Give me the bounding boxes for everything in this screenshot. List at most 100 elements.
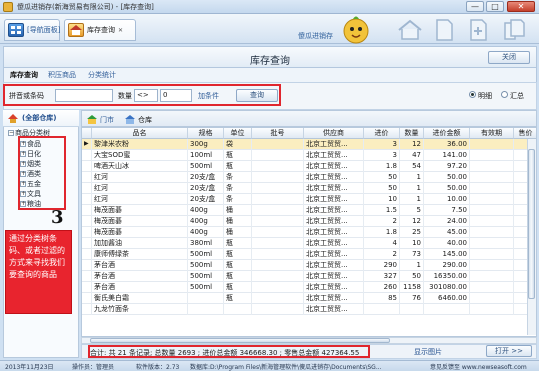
table-cell xyxy=(470,183,514,194)
table-row[interactable]: 梅茂面碁 400g 桶 北京工贸贸... 2 12 24.00 xyxy=(82,216,536,227)
table-row[interactable]: 衡氏美白霜 瓶 北京工贸贸... 85 76 6460.00 xyxy=(82,293,536,304)
table-row[interactable]: 梅茂面碁 400g 桶 北京工贸贸... 1.5 5 7.50 xyxy=(82,205,536,216)
table-row[interactable]: 茅台酒 500ml 瓶 北京工贸贸... 327 50 16350.00 xyxy=(82,271,536,282)
table-cell: 条 xyxy=(224,183,252,194)
table-cell: 47 xyxy=(400,150,424,161)
table-row[interactable]: 加加酱油 380ml 瓶 北京工贸贸... 4 10 40.00 xyxy=(82,238,536,249)
table-cell: 北京工贸贸... xyxy=(304,238,364,249)
column-header[interactable]: 单位 xyxy=(224,128,252,139)
column-header[interactable]: 有效期 xyxy=(470,128,514,139)
table-row[interactable]: 大宝SOD蜜 100ml 瓶 北京工贸贸... 3 47 141.00 xyxy=(82,150,536,161)
column-header[interactable]: 批号 xyxy=(252,128,304,139)
tab-warehouse[interactable]: 仓库 xyxy=(124,112,152,127)
tab-store[interactable]: 门市 xyxy=(86,112,114,127)
radio-summary-label: 汇总 xyxy=(510,92,524,100)
table-cell: 400g xyxy=(188,216,224,227)
table-row[interactable]: 啤酒天山冰 500ml 瓶 北京工贸贸... 1.8 54 97.20 xyxy=(82,161,536,172)
status-database: 数据库:D:\Program Files\新海管理软件\傻瓜进销存\Docume… xyxy=(190,364,382,371)
table-row[interactable]: 红河 20支/盒条 北京工贸贸... 10 1 10.00 xyxy=(82,194,536,205)
close-page-button[interactable]: 关闭 xyxy=(488,51,530,64)
table-row[interactable]: 九龙竹面条 北京工贸贸... xyxy=(82,304,536,315)
table-row[interactable]: 康师傅绿茶 500ml 瓶 北京工贸贸... 2 73 145.00 xyxy=(82,249,536,260)
row-marker xyxy=(82,304,92,315)
navigation-panel-icon xyxy=(8,23,24,37)
table-cell: 梅茂面碁 xyxy=(92,227,188,238)
table-cell: 袋 xyxy=(224,139,252,150)
status-feedback: 意见反馈至 www.newseasoft.com xyxy=(430,364,527,371)
table-row[interactable]: 红河 20支/盒条 北京工贸贸... 50 1 50.00 xyxy=(82,172,536,183)
table-cell: 500ml xyxy=(188,271,224,282)
table-cell: 3 xyxy=(364,139,400,150)
table-cell: 50 xyxy=(364,183,400,194)
vertical-scroll-thumb[interactable] xyxy=(528,149,535,299)
tab-inventory-query[interactable]: 库存查询 ✕ xyxy=(64,19,136,41)
subtab-category-stats[interactable]: 分类统计 xyxy=(88,70,116,80)
table-cell xyxy=(470,139,514,150)
copy-document-icon[interactable] xyxy=(500,18,528,42)
table-cell: 红河 xyxy=(92,194,188,205)
table-cell xyxy=(470,304,514,315)
table-cell xyxy=(188,304,224,315)
table-cell: 北京工贸贸... xyxy=(304,150,364,161)
table-cell: 2 xyxy=(364,216,400,227)
subtab-overstock[interactable]: 积压商品 xyxy=(48,70,76,80)
table-cell: 400g xyxy=(188,227,224,238)
table-cell: 条 xyxy=(224,172,252,183)
show-image-link[interactable]: 显示图片 xyxy=(414,347,442,357)
table-cell: 20支/盒 xyxy=(188,183,224,194)
table-cell: 500ml xyxy=(188,260,224,271)
column-header[interactable]: 进价金额 xyxy=(424,128,470,139)
table-cell xyxy=(470,271,514,282)
horizontal-scroll-thumb[interactable] xyxy=(90,338,390,343)
table-row[interactable]: 梅茂面碁 400g 桶 北京工贸贸... 1.8 25 45.00 xyxy=(82,227,536,238)
column-header[interactable]: 数量 xyxy=(400,128,424,139)
table-cell: 1.8 xyxy=(364,227,400,238)
table-cell: 瓶 xyxy=(224,161,252,172)
row-marker xyxy=(82,227,92,238)
table-cell xyxy=(252,216,304,227)
subtab-inventory[interactable]: 库存查询 xyxy=(10,70,38,80)
table-cell: 瓶 xyxy=(224,282,252,293)
totals-highlight-box xyxy=(88,345,370,358)
table-cell: 260 xyxy=(364,282,400,293)
table-row[interactable]: 茅台酒 500ml 瓶 北京工贸贸... 290 1 290.00 xyxy=(82,260,536,271)
close-window-button[interactable]: ✕ xyxy=(507,1,535,12)
open-button[interactable]: 打开 >> xyxy=(486,345,532,357)
table-cell: 500ml xyxy=(188,161,224,172)
column-header[interactable]: 规格 xyxy=(188,128,224,139)
table-cell: 梅茂面碁 xyxy=(92,205,188,216)
document-icon[interactable] xyxy=(430,18,458,42)
all-warehouses-tab[interactable]: (全部仓库) xyxy=(3,110,79,127)
row-marker xyxy=(82,260,92,271)
radio-summary[interactable] xyxy=(501,91,508,98)
table-cell: 九龙竹面条 xyxy=(92,304,188,315)
status-version: 软件版本：2.73 xyxy=(136,364,180,371)
tab-close-icon[interactable]: ✕ xyxy=(118,27,123,34)
table-cell: 145.00 xyxy=(424,249,470,260)
column-header[interactable]: 供应商 xyxy=(304,128,364,139)
warehouse-icon xyxy=(125,115,135,124)
home-icon[interactable] xyxy=(396,18,424,42)
inventory-table: 品名 规格 单位 批号 供应商 进价 数量 进价金额 有效期 售价 ▶ 黎津米农粉 300g 袋北京工贸贸… xyxy=(81,127,537,337)
table-cell xyxy=(470,227,514,238)
column-header[interactable]: 进价 xyxy=(364,128,400,139)
table-cell: 20支/盒 xyxy=(188,172,224,183)
radio-detail[interactable] xyxy=(469,91,476,98)
maximize-button[interactable]: □ xyxy=(486,1,504,12)
table-cell xyxy=(188,293,224,304)
table-cell xyxy=(252,271,304,282)
table-row[interactable]: 红河 20支/盒条 北京工贸贸... 50 1 50.00 xyxy=(82,183,536,194)
column-header[interactable]: 品名 xyxy=(92,128,188,139)
table-cell xyxy=(364,304,400,315)
tab-navigation-panel[interactable]: [导航面板] xyxy=(4,19,60,41)
table-cell: 100ml xyxy=(188,150,224,161)
column-header[interactable]: 售价 xyxy=(514,128,536,139)
table-cell: 290 xyxy=(364,260,400,271)
minimize-button[interactable]: — xyxy=(466,1,484,12)
table-cell: 1158 xyxy=(400,282,424,293)
table-row[interactable]: ▶ 黎津米农粉 300g 袋 北京工贸贸... 3 12 36.00 xyxy=(82,139,536,150)
table-cell: 瓶 xyxy=(224,293,252,304)
add-document-icon[interactable] xyxy=(464,18,492,42)
table-row[interactable]: 茅台酒 500ml 瓶 北京工贸贸... 260 1158 301080.00 xyxy=(82,282,536,293)
table-cell: 20支/盒 xyxy=(188,194,224,205)
